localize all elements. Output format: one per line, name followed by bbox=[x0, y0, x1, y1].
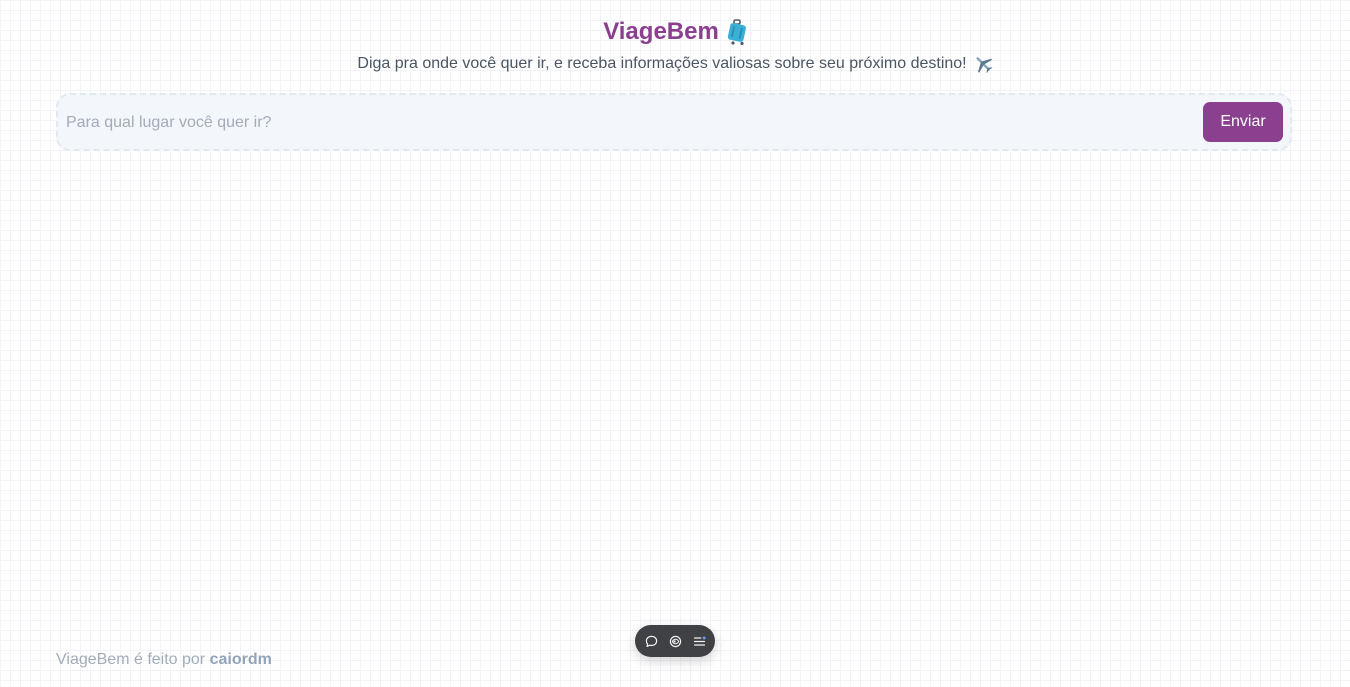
subtitle-text: Diga pra onde você quer ir, e receba inf… bbox=[357, 55, 967, 72]
menu-list-icon[interactable] bbox=[692, 634, 706, 648]
app-name: ViageBem bbox=[603, 18, 719, 45]
airplane-icon bbox=[973, 54, 993, 74]
footer-author-link[interactable]: caiordm bbox=[210, 651, 272, 668]
page-title: ViageBem bbox=[603, 16, 747, 48]
footer-credit: ViageBem é feito por caiordm bbox=[56, 650, 272, 670]
page-subtitle: Diga pra onde você quer ir, e receba inf… bbox=[357, 54, 992, 74]
suitcase-icon bbox=[727, 19, 747, 46]
footer-prefix: ViageBem é feito por bbox=[56, 651, 206, 668]
comment-icon[interactable] bbox=[644, 634, 658, 648]
eye-toggle-icon[interactable] bbox=[668, 634, 682, 648]
page-header: ViageBem Diga pra onde você quer ir, e r… bbox=[0, 16, 1350, 74]
floating-toolbar bbox=[635, 625, 715, 657]
send-button[interactable]: Enviar bbox=[1203, 102, 1283, 142]
destination-input[interactable] bbox=[66, 103, 1186, 143]
search-form: Enviar bbox=[56, 93, 1292, 151]
